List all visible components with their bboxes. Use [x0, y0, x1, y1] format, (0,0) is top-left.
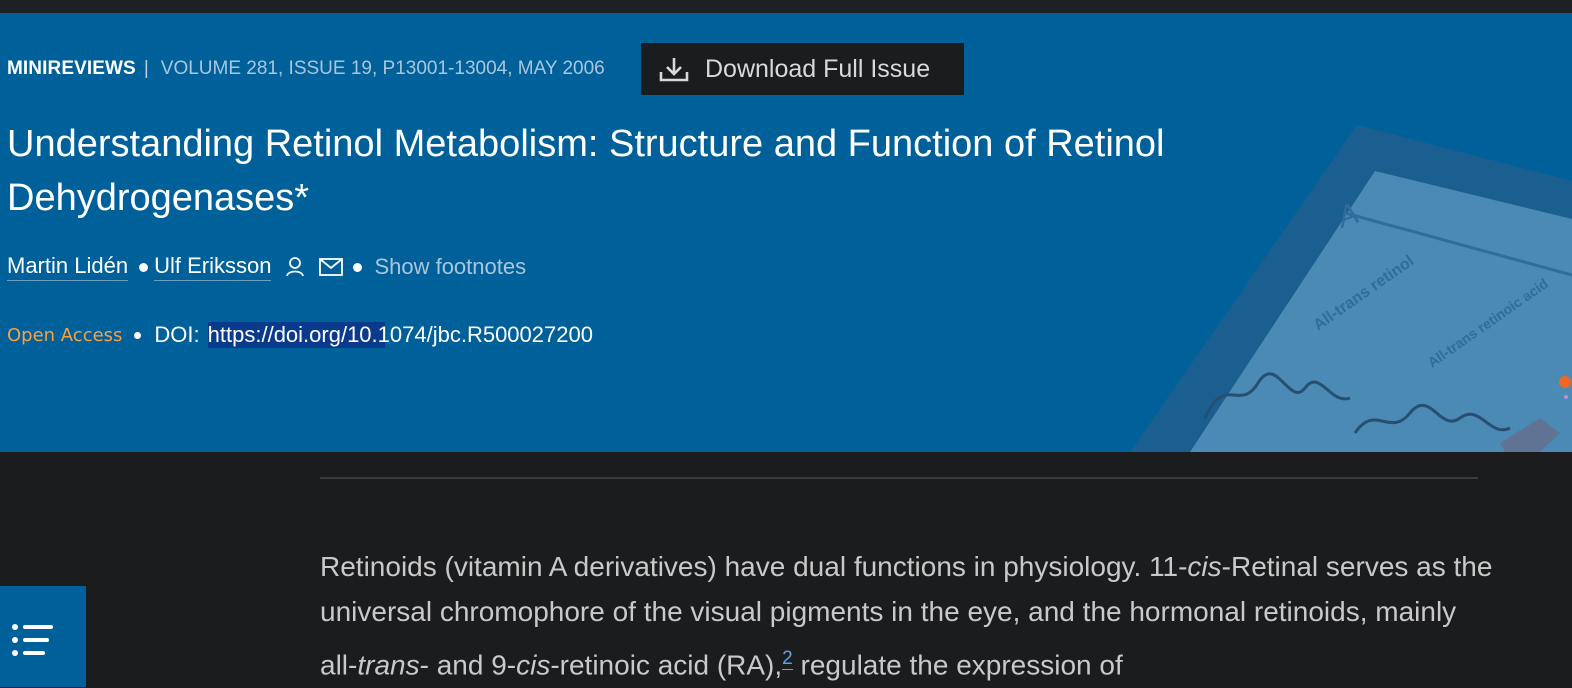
body-italic: trans: [357, 649, 420, 681]
body-text: - and 9-: [419, 649, 517, 681]
volume-issue-link[interactable]: VOLUME 281, ISSUE 19, P13001-13004, MAY …: [161, 58, 605, 80]
author-link[interactable]: Martin Lidén: [7, 253, 129, 281]
mail-icon[interactable]: [319, 258, 344, 276]
download-icon: [659, 58, 689, 82]
body-text: regulate the expression of: [792, 649, 1123, 681]
footnote-link[interactable]: 2: [782, 648, 793, 670]
article-header: A All-trans retinol All-trans retinoic a…: [0, 13, 1572, 452]
separator-dot: [139, 262, 149, 272]
article-body-paragraph: Retinoids (vitamin A derivatives) have d…: [320, 545, 1495, 688]
footnote-ref: 2: [782, 643, 793, 670]
download-full-issue-button[interactable]: Download Full Issue: [641, 43, 964, 95]
doi-link[interactable]: https://doi.org/10.1074/jbc.R500027200: [207, 322, 593, 348]
article-title: Understanding Retinol Metabolism: Struct…: [7, 123, 1165, 219]
open-access-label: Open Access: [7, 324, 123, 346]
body-text: -retinoic acid (RA),: [550, 649, 783, 681]
section-divider: [320, 477, 1478, 479]
list-icon: [12, 624, 53, 656]
doi-label: DOI:: [154, 322, 200, 347]
person-icon[interactable]: [285, 256, 305, 278]
body-italic: cis: [516, 649, 551, 681]
article-type: MINIREVIEWS: [7, 58, 136, 79]
author-link[interactable]: Ulf Eriksson: [154, 253, 272, 281]
separator-dot: [353, 262, 363, 272]
separator-dot: [134, 331, 142, 339]
meta-separator: |: [143, 58, 149, 79]
show-footnotes-link[interactable]: Show footnotes: [374, 254, 526, 280]
author-list: Martin Lidén Ulf Eriksson Show footnotes: [7, 251, 526, 283]
top-bar: [0, 0, 1572, 13]
download-label: Download Full Issue: [705, 54, 931, 83]
access-doi-row: Open Access DOI: https://doi.org/10.1074…: [7, 319, 593, 351]
body-italic: cis: [1187, 551, 1222, 582]
body-text: Retinoids (vitamin A derivatives) have d…: [320, 551, 1188, 582]
table-of-contents-button[interactable]: [0, 586, 86, 687]
article-meta: MINIREVIEWS | VOLUME 281, ISSUE 19, P130…: [7, 43, 605, 95]
